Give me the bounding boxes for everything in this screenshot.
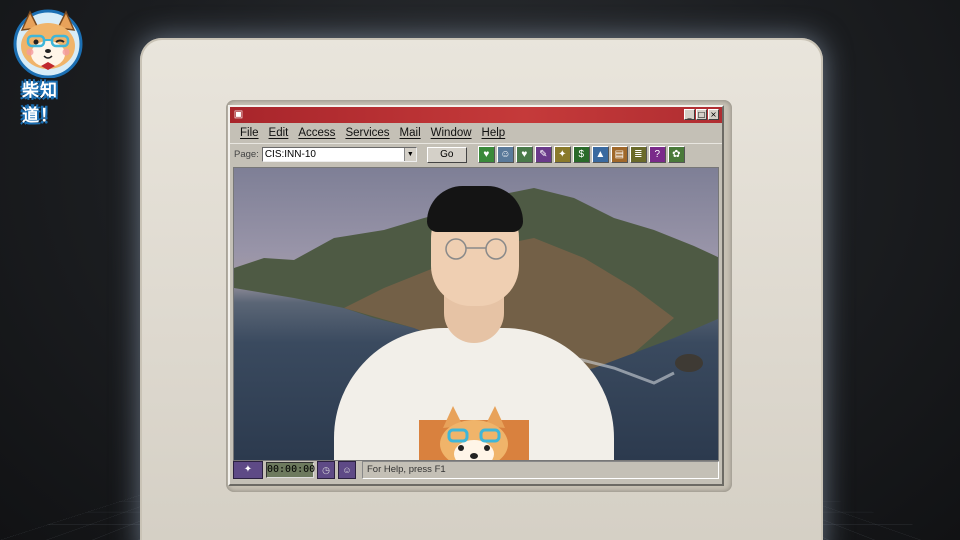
video-viewport [233,167,719,461]
question-icon[interactable]: ? [648,146,666,163]
toolbar: Page: CIS:INN-10 ▼ Go ♥ ☺ ♥ ✎ ✦ $ ▲ ▤ ≣? ✿ [230,143,722,165]
go-button[interactable]: Go [426,146,467,163]
user-icon[interactable]: ☺ [338,461,356,479]
window-controls: _ □ × [684,109,719,120]
money-icon[interactable]: $ [572,146,590,163]
close-button[interactable]: × [708,109,719,120]
connection-timer: 00:00:00 [266,462,315,478]
chevron-down-icon[interactable]: ▼ [403,148,416,161]
person-hair [427,186,523,232]
checklist-icon[interactable]: ≣ [629,146,647,163]
people-icon[interactable]: ☺ [496,146,514,163]
star-icon[interactable]: ✦ [553,146,571,163]
menu-file[interactable]: File [235,127,264,139]
mail-heart-icon[interactable]: ♥ [477,146,495,163]
page-label: Page: [234,149,259,160]
globe-icon[interactable]: ✦ [233,461,263,479]
glasses [445,238,507,260]
shiba-shirt-print [419,406,529,460]
pencil-icon[interactable]: ✎ [534,146,552,163]
logo-text: 柴知道！ [22,81,58,126]
menu-window[interactable]: Window [426,127,477,139]
title-bar[interactable]: ▣ _ □ × [230,107,722,123]
menu-help[interactable]: Help [477,127,511,139]
menu-access[interactable]: Access [293,127,340,139]
toolbar-icons: ♥ ☺ ♥ ✎ ✦ $ ▲ ▤ ≣? ✿ [477,146,685,163]
menu-bar: File Edit Access Services Mail Window He… [230,123,722,143]
books-icon[interactable]: ▤ [610,146,628,163]
app-window-icon[interactable]: ▣ [233,109,244,120]
landscape-icon[interactable]: ▲ [591,146,609,163]
menu-mail[interactable]: Mail [395,127,426,139]
channel-logo: 柴知道！ [8,6,88,126]
page-dropdown[interactable]: CIS:INN-10 ▼ [261,147,417,162]
menu-services[interactable]: Services [340,127,394,139]
maximize-button[interactable]: □ [696,109,707,120]
minimize-button[interactable]: _ [684,109,695,120]
menu-edit[interactable]: Edit [264,127,294,139]
status-bar: ✦ 00:00:00 ◷ ☺ For Help, press F1 [233,459,719,481]
status-help-text: For Help, press F1 [362,461,719,479]
map-icon[interactable]: ✿ [667,146,685,163]
heart-icon[interactable]: ♥ [515,146,533,163]
page-dropdown-value: CIS:INN-10 [264,149,316,160]
app-window: ▣ _ □ × File Edit Access Services Mail W… [228,105,724,486]
shiba-dog-logo-icon [13,9,83,79]
clock-icon[interactable]: ◷ [317,461,335,479]
